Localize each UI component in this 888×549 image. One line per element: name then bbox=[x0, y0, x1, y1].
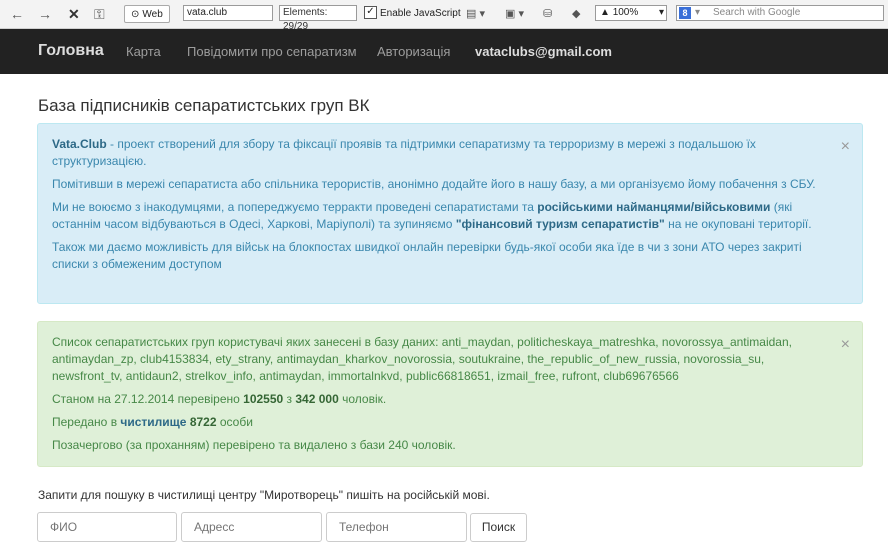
status-text: з bbox=[283, 392, 296, 406]
chevron-down-icon: ▾ bbox=[695, 7, 701, 18]
info-emphasis: "фінансовий туризм сепаратистів" bbox=[455, 217, 665, 231]
web-icon: ⊙ bbox=[131, 8, 140, 20]
page-icon[interactable]: ▤ ▾ bbox=[466, 7, 485, 20]
stop-icon[interactable]: ✕ bbox=[68, 4, 80, 24]
info-alert: × Vata.Club - проект створений для збору… bbox=[37, 123, 863, 304]
checked-count: 102550 bbox=[243, 392, 284, 406]
phone-input[interactable] bbox=[326, 512, 467, 542]
image-icon[interactable]: ▣ ▾ bbox=[505, 7, 524, 20]
enable-js-label: Enable JavaScript bbox=[380, 8, 461, 19]
browser-toolbar: ← → ✕ ⚿ ⊙ Web vata.club Elements: 29/29 … bbox=[0, 0, 888, 32]
nav-email[interactable]: vataclubs@gmail.com bbox=[475, 44, 612, 59]
close-icon[interactable]: × bbox=[841, 336, 850, 353]
close-icon[interactable]: × bbox=[841, 138, 850, 155]
search-placeholder: Search with Google bbox=[713, 7, 801, 18]
zoom-value: 100% bbox=[612, 7, 639, 18]
status-text: Станом на 27.12.2014 перевірено bbox=[52, 392, 244, 406]
info-text: на не окуповані території. bbox=[664, 217, 812, 231]
eraser-icon[interactable]: ◆ bbox=[572, 7, 580, 20]
web-label: Web bbox=[142, 8, 163, 20]
url-input[interactable]: vata.club bbox=[183, 5, 273, 21]
brand-name: Vata.Club bbox=[52, 137, 107, 151]
style-icon[interactable]: ⛁ bbox=[543, 7, 552, 20]
groups-list: Список сепаратистських груп користувачі … bbox=[52, 335, 792, 383]
info-paragraph-1: Vata.Club - проект створений для збору т… bbox=[52, 136, 822, 170]
chevron-down-icon: ▾ bbox=[658, 7, 664, 18]
info-emphasis: російськими найманцями/військовими bbox=[537, 200, 771, 214]
total-count: 342 000 bbox=[295, 392, 339, 406]
zoom-up-icon: ▲ bbox=[600, 7, 610, 18]
status-text: чоловік. bbox=[338, 392, 387, 406]
purgatory-link[interactable]: чистилище bbox=[120, 415, 186, 429]
nav-item-login[interactable]: Авторизація bbox=[377, 44, 450, 59]
address-input[interactable] bbox=[181, 512, 322, 542]
transfer-text: Передано в bbox=[52, 415, 121, 429]
forward-icon[interactable]: → bbox=[38, 4, 52, 24]
zoom-select[interactable]: ▲ 100% ▾ bbox=[595, 5, 667, 21]
deleted-line: Позачергово (за проханням) перевірено та… bbox=[52, 438, 456, 452]
enable-js-checkbox[interactable]: ✓ bbox=[364, 6, 377, 19]
search-input[interactable]: 8 ▾ Search with Google bbox=[676, 5, 884, 21]
search-button[interactable]: Поиск bbox=[470, 513, 527, 542]
back-icon[interactable]: ← bbox=[10, 4, 24, 24]
nav-brand[interactable]: Головна bbox=[38, 42, 104, 60]
transfer-text: особи bbox=[216, 415, 253, 429]
nav-item-map[interactable]: Карта bbox=[126, 44, 161, 59]
transfer-count: 8722 bbox=[189, 415, 217, 429]
google-icon: 8 bbox=[679, 7, 691, 19]
site-navbar: Головна Карта Повідомити про сепаратизм … bbox=[0, 29, 888, 74]
nav-item-report[interactable]: Повідомити про сепаратизм bbox=[187, 44, 357, 59]
info-text: Ми не воюємо з інакодумцями, а попереджу… bbox=[52, 200, 538, 214]
transfer-line: Передано в чистилище 8722 особи bbox=[52, 414, 822, 431]
status-line: Станом на 27.12.2014 перевірено 102550 з… bbox=[52, 391, 822, 408]
elements-counter: Elements: 29/29 bbox=[279, 5, 357, 32]
web-button[interactable]: ⊙ Web bbox=[124, 5, 170, 23]
query-hint: Запити для пошуку в чистилищі центру "Ми… bbox=[38, 488, 490, 502]
info-paragraph-2: Помітивши в мережі сепаратиста або спіль… bbox=[52, 177, 816, 191]
page-title: База підписників сепаратистських груп ВК bbox=[38, 96, 370, 115]
info-text: - проект створений для збору та фіксації… bbox=[52, 137, 756, 168]
key-icon[interactable]: ⚿ bbox=[94, 4, 105, 24]
fio-input[interactable] bbox=[37, 512, 177, 542]
info-paragraph-4: Також ми даємо можливість для військ на … bbox=[52, 240, 802, 271]
info-paragraph-3: Ми не воюємо з інакодумцями, а попереджу… bbox=[52, 199, 822, 233]
stats-alert: × Список сепаратистських груп користувач… bbox=[37, 321, 863, 467]
